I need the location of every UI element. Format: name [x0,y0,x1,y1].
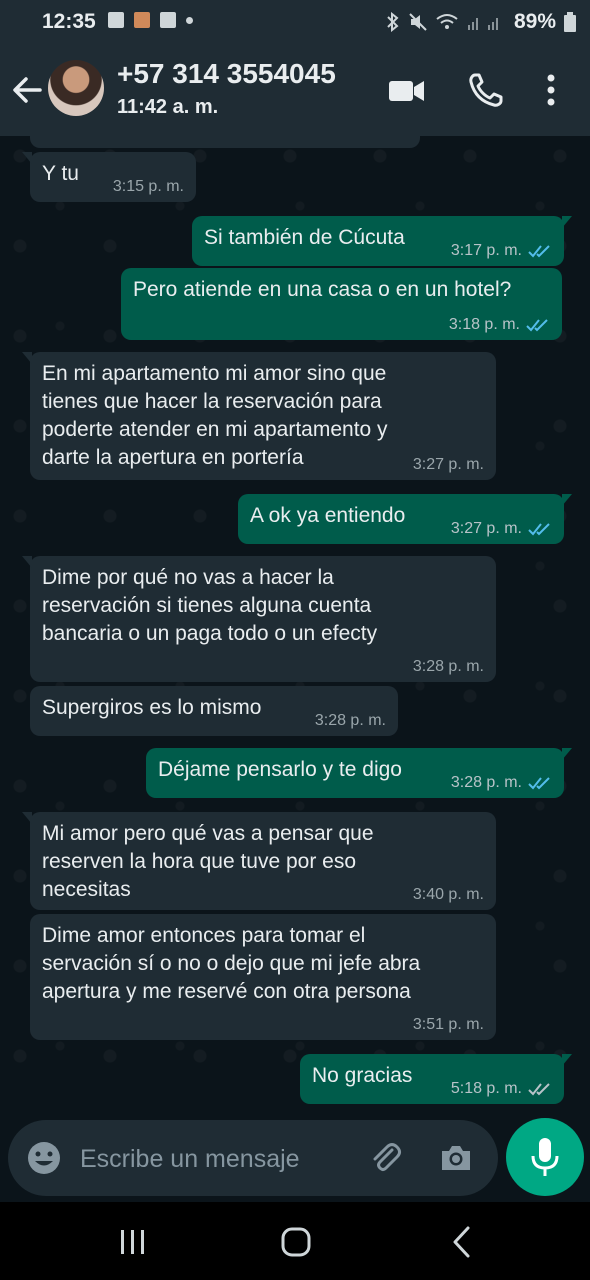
message-text: A ok ya entiendo [250,504,406,527]
read-ticks-icon [528,245,550,258]
message-time: 3:27 p. m. [450,520,522,537]
message-bubble-incoming[interactable]: En mi apartamento mi amor sino que tiene… [22,352,496,480]
message-text: Y tu [42,162,79,185]
home-icon[interactable] [276,1222,316,1262]
emoji-icon[interactable] [26,1140,62,1176]
message-text: Supergiros es lo mismo [42,696,262,719]
message-time: 3:18 p. m. [448,316,520,333]
message-text: No gracias [312,1064,413,1087]
delivered-ticks-icon [528,1083,550,1096]
avatar[interactable] [48,60,104,116]
mic-button[interactable] [506,1118,584,1196]
mic-icon [531,1138,559,1176]
contact-name[interactable]: +57 314 3554045 [117,58,336,90]
bluetooth-icon [387,12,399,32]
message-text: Mi amor pero qué vas a pensar que reserv… [42,822,374,901]
message-time: 3:51 p. m. [412,1016,484,1033]
navigation-bar [0,1202,590,1280]
message-time: 5:18 p. m. [450,1080,522,1097]
message-time: 3:40 p. m. [412,886,484,903]
message-text: Si también de Cúcuta [204,226,405,249]
message-text: Pero atiende en una casa o en un hotel? [133,278,512,301]
message-bubble-incoming[interactable]: Supergiros es lo mismo 3:28 p. m. [30,686,398,736]
more-notifications-icon [186,16,193,24]
message-text: Déjame pensarlo y te digo [158,758,402,781]
message-text: Dime amor entonces para tomar el servaci… [42,924,421,1003]
mute-icon [409,13,427,31]
message-text: Dime por qué no vas a hacer la reservaci… [42,566,378,645]
read-ticks-icon [528,523,550,536]
more-options-icon[interactable] [536,70,566,110]
message-input[interactable] [78,1138,352,1180]
message-bubble-incoming[interactable]: Y tu 3:15 p. m. [22,152,196,202]
message-text: En mi apartamento mi amor sino que tiene… [42,362,388,469]
message-time: 3:15 p. m. [112,178,184,195]
message-bubble-outgoing[interactable]: A ok ya entiendo 3:27 p. m. [238,494,572,544]
message-time: 3:28 p. m. [314,712,386,729]
camera-icon[interactable] [438,1140,474,1176]
last-seen: 11:42 a. m. [117,96,219,118]
video-call-icon[interactable] [386,70,426,110]
battery-level: 89% [513,10,556,33]
phone-call-icon[interactable] [466,70,506,110]
message-time: 3:27 p. m. [412,456,484,473]
app-notification-icon [134,12,150,28]
message-composer [0,1116,590,1202]
read-ticks-icon [528,777,550,790]
message-time: 3:28 p. m. [450,774,522,791]
gallery-notification-icon [108,12,124,28]
message-bubble-partial [30,136,420,148]
signal-icon [467,18,498,30]
attach-icon[interactable] [368,1140,404,1176]
message-bubble-incoming[interactable]: Mi amor pero qué vas a pensar que reserv… [22,812,496,910]
read-ticks-icon [526,319,548,332]
message-input-container [8,1120,498,1196]
message-bubble-outgoing[interactable]: No gracias 5:18 p. m. [300,1054,572,1104]
back-arrow-icon[interactable] [10,70,44,110]
message-bubble-outgoing[interactable]: Pero atiende en una casa o en un hotel? … [121,268,562,340]
message-time: 3:28 p. m. [412,658,484,675]
status-bar: 12:35 89% [0,0,590,44]
message-bubble-incoming[interactable]: Dime por qué no vas a hacer la reservaci… [22,556,496,682]
status-time: 12:35 [42,10,96,33]
back-nav-icon[interactable] [442,1222,482,1262]
battery-icon [564,12,576,32]
message-bubble-outgoing[interactable]: Si también de Cúcuta 3:17 p. m. [192,216,572,266]
wifi-icon [436,14,458,29]
message-time: 3:17 p. m. [450,242,522,259]
chat-messages[interactable]: Y tu 3:15 p. m. Si también de Cúcuta 3:1… [0,136,590,1116]
chat-header: +57 314 3554045 11:42 a. m. [0,44,590,136]
message-bubble-incoming[interactable]: Dime amor entonces para tomar el servaci… [30,914,496,1040]
recent-apps-icon[interactable] [112,1222,152,1262]
file-notification-icon [160,12,176,28]
message-bubble-outgoing[interactable]: Déjame pensarlo y te digo 3:28 p. m. [146,748,572,798]
